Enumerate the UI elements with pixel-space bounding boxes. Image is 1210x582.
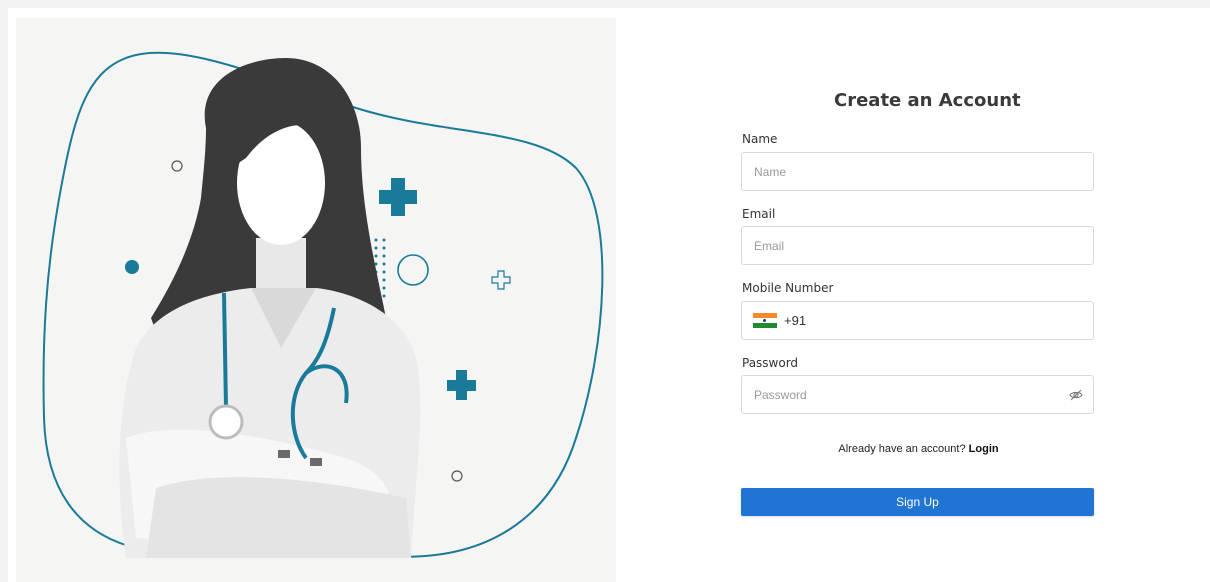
stethoscope-earpiece — [310, 458, 322, 466]
email-field[interactable] — [741, 226, 1094, 265]
ring-decoration — [397, 254, 429, 286]
email-label: Email — [742, 207, 776, 221]
eye-slash-icon[interactable] — [1069, 388, 1083, 402]
sign-up-button[interactable]: Sign Up — [741, 488, 1094, 516]
small-circle-decoration — [451, 470, 463, 482]
neck-shape — [256, 238, 306, 288]
medical-plus-icon — [379, 178, 417, 216]
password-field[interactable] — [741, 375, 1094, 414]
outline-plus-icon — [491, 270, 511, 290]
name-field[interactable] — [741, 152, 1094, 191]
mobile-number-label: Mobile Number — [742, 281, 834, 295]
email-input[interactable] — [742, 227, 1054, 264]
login-link[interactable]: Login — [969, 443, 999, 455]
doctor-illustration — [42, 51, 604, 558]
stethoscope-chestpiece — [208, 404, 244, 440]
doctor-illustration-panel — [16, 18, 616, 582]
signup-page: Create an Account Name Email Mobile Numb… — [0, 0, 1210, 582]
small-circle-decoration — [171, 160, 183, 172]
medical-plus-icon — [447, 370, 476, 400]
password-input[interactable] — [742, 376, 1054, 413]
mobile-number-field[interactable]: +91 — [741, 301, 1094, 340]
name-input[interactable] — [742, 153, 1054, 190]
stethoscope-earpiece — [278, 450, 290, 458]
password-label: Password — [742, 356, 799, 370]
login-prompt-text: Already have an account? — [838, 443, 966, 455]
dot-decoration — [125, 260, 139, 274]
name-label: Name — [742, 132, 778, 146]
stethoscope-tube — [222, 292, 228, 409]
signup-form-panel: Create an Account Name Email Mobile Numb… — [618, 18, 1210, 582]
page-title: Create an Account — [834, 90, 1021, 111]
login-prompt: Already have an account? Login — [742, 443, 1095, 455]
india-flag-icon[interactable] — [753, 313, 777, 328]
country-dial-code: +91 — [784, 313, 807, 328]
